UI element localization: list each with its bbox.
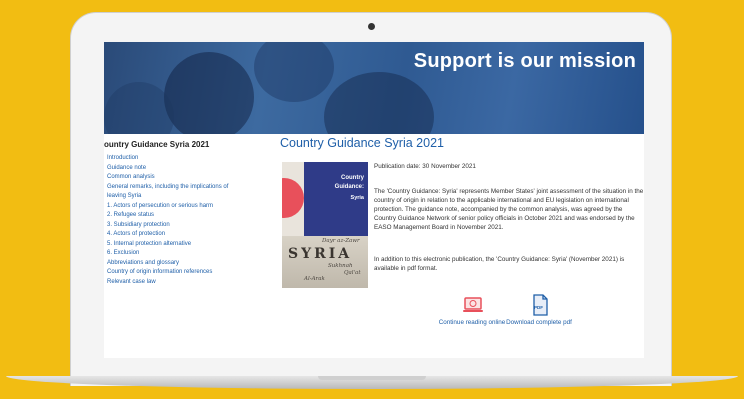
laptop-base [6, 376, 738, 389]
sidebar-item-introduction[interactable]: Introduction [107, 154, 262, 164]
cover-dark-panel: Country Guidance: Syria [304, 162, 368, 236]
sidebar-item-coi-references[interactable]: Country of origin information references [107, 268, 262, 278]
sidebar-item-subsidiary-protection[interactable]: 3. Subsidiary protection [107, 221, 262, 231]
sidebar-item-exclusion[interactable]: 6. Exclusion [107, 249, 262, 259]
download-pdf-button[interactable]: PDF Download complete pdf [502, 294, 576, 328]
description-paragraph: The 'Country Guidance: Syria' represents… [374, 188, 644, 231]
cover-country: SYRIA [288, 246, 353, 262]
continue-reading-button[interactable]: Continue reading online [435, 294, 509, 328]
cover-line2: Guidance: [334, 184, 364, 190]
continue-reading-label: Continue reading online [438, 319, 506, 326]
pdf-badge: PDF [534, 305, 543, 310]
cover-map-label: Qal'at [344, 270, 361, 276]
sidebar-item-case-law[interactable]: Relevant case law [107, 278, 262, 288]
hero-figure [164, 52, 254, 142]
sidebar-item-guidance-note[interactable]: Guidance note [107, 164, 262, 174]
hero-title: Support is our mission [413, 50, 636, 72]
hero-banner: Support is our mission [104, 42, 644, 162]
cover-line1: Country [341, 175, 364, 181]
laptop-icon [462, 294, 483, 316]
sidebar-item-abbreviations[interactable]: Abbreviations and glossary [107, 259, 262, 269]
hero-figure [254, 42, 334, 102]
pdf-availability-paragraph: In addition to this electronic publicati… [374, 256, 625, 272]
sidebar-item-actors-of-persecution[interactable]: 1. Actors of persecution or serious harm [107, 202, 262, 212]
sidebar-title: ountry Guidance Syria 2021 [104, 140, 210, 149]
sidebar-item-general-remarks-cont[interactable]: leaving Syria [107, 192, 262, 202]
pdf-file-icon: PDF [529, 294, 549, 316]
page-title: Country Guidance Syria 2021 [280, 136, 444, 150]
sidebar-item-common-analysis[interactable]: Common analysis [107, 173, 262, 183]
sidebar-item-general-remarks[interactable]: General remarks, including the implicati… [107, 183, 262, 193]
cover-image: Country Guidance: Syria Dayr az-Zawr SYR… [282, 162, 368, 288]
download-pdf-label: Download complete pdf [506, 319, 572, 326]
content-area: ountry Guidance Syria 2021 Introduction … [104, 134, 644, 358]
screen: Support is our mission ountry Guidance S… [104, 42, 644, 358]
cover-map-label: Dayr az-Zawr [322, 238, 360, 244]
sidebar-nav: Introduction Guidance note Common analys… [107, 154, 262, 287]
cover-map-label: Al-Arak [304, 276, 325, 282]
cover-circle [282, 178, 304, 218]
cover-line3: Syria [350, 195, 364, 201]
laptop-notch [318, 376, 426, 380]
publication-date: Publication date: 30 November 2021 [374, 163, 476, 170]
sidebar-item-refugee-status[interactable]: 2. Refugee status [107, 211, 262, 221]
camera-dot [368, 23, 375, 30]
cover-map-label: Sukhnah [328, 263, 353, 269]
sidebar-item-internal-protection[interactable]: 5. Internal protection alternative [107, 240, 262, 250]
sidebar-item-actors-of-protection[interactable]: 4. Actors of protection [107, 230, 262, 240]
